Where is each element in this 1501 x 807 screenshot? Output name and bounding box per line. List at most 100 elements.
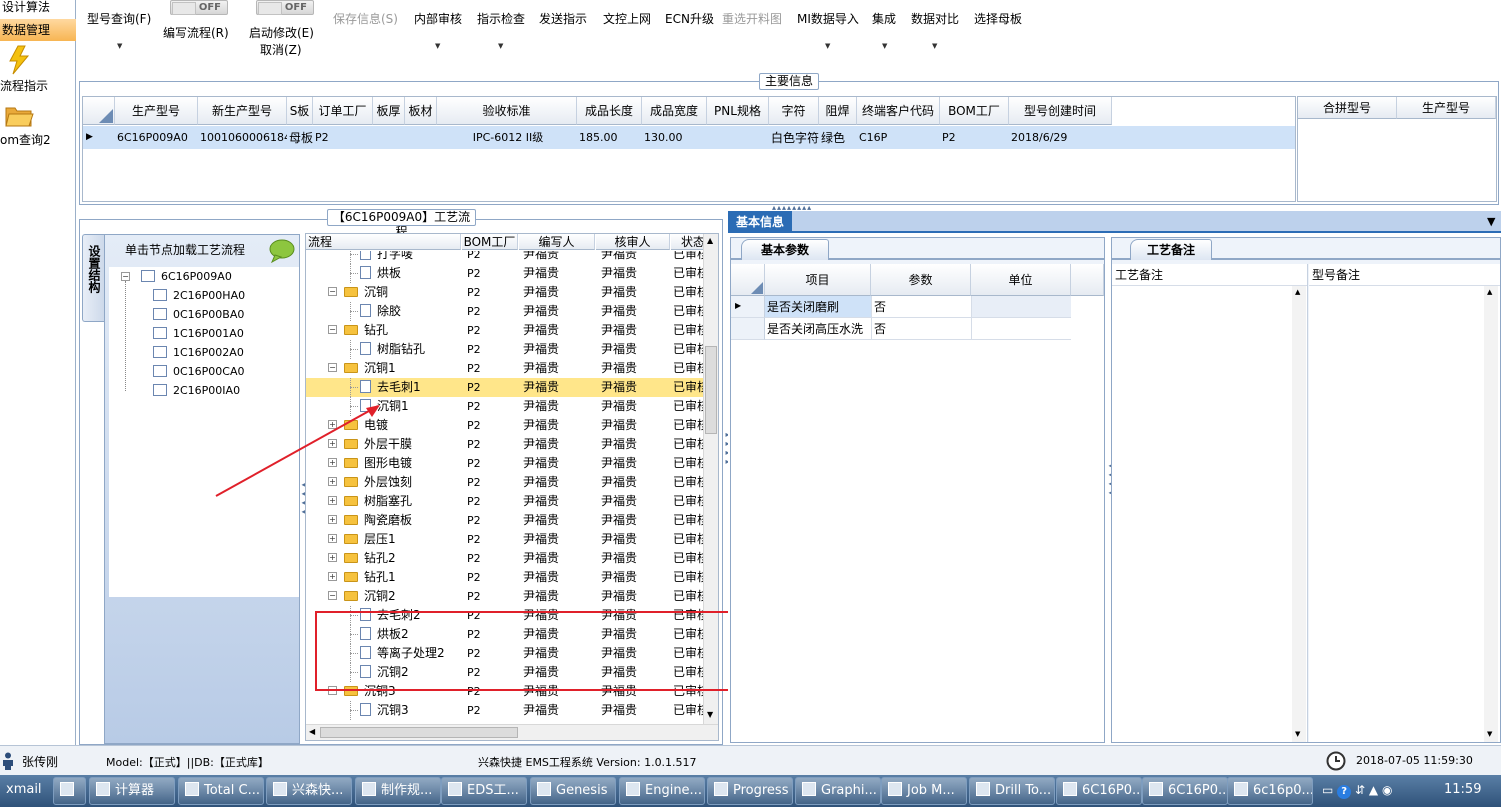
table-cell[interactable]	[373, 127, 405, 149]
horizontal-scrollbar[interactable]: ◀	[306, 724, 718, 740]
scroll-down-icon[interactable]: ▼	[1487, 730, 1492, 738]
edit-flow-toggle[interactable]: OFF	[170, 0, 228, 15]
chevron-down-icon[interactable]: ▼	[882, 42, 887, 50]
send-instruction-button[interactable]: 发送指示	[539, 10, 587, 27]
flow-step[interactable]: 沉铜	[344, 283, 461, 302]
enable-modify-toggle[interactable]: OFF	[256, 0, 314, 15]
instruction-check-button[interactable]: 指示检查	[477, 10, 525, 27]
param-value[interactable]: 否	[871, 318, 971, 340]
column-header[interactable]: PNL规格	[707, 97, 769, 125]
column-header[interactable]: 生产型号	[115, 97, 198, 125]
taskbar-item[interactable]: xmail	[0, 777, 50, 805]
scrollbar-thumb[interactable]	[705, 346, 717, 434]
tray-icons[interactable]: ▭ ? ⇵ ▲ ◉	[1322, 783, 1392, 799]
collapse-icon[interactable]: −	[328, 325, 337, 334]
table-row[interactable]: − 沉铜 P2 尹福贵 尹福贵 已审核	[306, 283, 716, 302]
taskbar-item[interactable]: 计算器	[89, 777, 175, 805]
nav-flow-instruction[interactable]: 流程指示	[0, 78, 76, 95]
column-header[interactable]: BOM工厂	[940, 97, 1009, 125]
internal-review-button[interactable]: 内部审核	[414, 10, 462, 27]
taskbar-item[interactable]: Genesis	[530, 777, 616, 805]
column-header-unit[interactable]: 单位	[971, 264, 1071, 296]
expand-icon[interactable]: +	[328, 534, 337, 543]
scroll-down-icon[interactable]: ▼	[1295, 730, 1300, 738]
tree-node[interactable]: 0C16P00CA0	[153, 364, 245, 380]
shield-icon[interactable]: ◉	[1382, 783, 1392, 797]
chevron-down-icon[interactable]: ▼	[117, 42, 122, 50]
keyboard-icon[interactable]: ▭	[1322, 783, 1333, 797]
taskbar-item[interactable]: 6c16p0...	[1227, 777, 1313, 805]
table-cell[interactable]: 10010600061844	[198, 127, 287, 149]
table-cell[interactable]: C16P	[857, 127, 940, 149]
taskbar-item[interactable]: Engine...	[619, 777, 705, 805]
taskbar-item[interactable]: Drill To...	[969, 777, 1055, 805]
collapse-icon[interactable]: −	[328, 591, 337, 600]
taskbar-clock[interactable]: 11:59	[1444, 782, 1481, 797]
ecn-upgrade-button[interactable]: ECN升级	[665, 10, 714, 27]
expand-icon[interactable]: +	[328, 515, 337, 524]
param-value[interactable]: 否	[871, 296, 971, 318]
column-header-item[interactable]: 项目	[765, 264, 871, 296]
chevron-down-icon[interactable]: ▼	[825, 42, 830, 50]
column-header[interactable]: 型号创建时间	[1009, 97, 1112, 125]
table-cell[interactable]	[707, 127, 769, 149]
select-mother-board-button[interactable]: 选择母板	[974, 10, 1022, 27]
table-row[interactable]: 除胶 P2 尹福贵 尹福贵 已审核	[306, 302, 716, 321]
table-row[interactable]: 树脂钻孔 P2 尹福贵 尹福贵 已审核	[306, 340, 716, 359]
column-header[interactable]: BOM工厂	[462, 234, 518, 250]
table-row[interactable]: + 层压1 P2 尹福贵 尹福贵 已审核	[306, 530, 716, 549]
nav-data-management[interactable]: 数据管理	[0, 19, 76, 41]
param-unit[interactable]	[971, 296, 1071, 318]
column-header[interactable]: 验收标准	[437, 97, 577, 125]
table-row[interactable]: + 钻孔1 P2 尹福贵 尹福贵 已审核	[306, 568, 716, 587]
column-header[interactable]: 核审人	[596, 234, 670, 250]
collapse-icon[interactable]: −	[328, 363, 337, 372]
chevron-down-icon[interactable]: ▼	[1487, 215, 1495, 228]
collapse-icon[interactable]: −	[121, 272, 130, 281]
tab-basic-info[interactable]: 基本信息	[728, 211, 792, 233]
show-hidden-icon[interactable]: ▲	[1369, 783, 1378, 797]
table-row[interactable]: − 钻孔 P2 尹福贵 尹福贵 已审核	[306, 321, 716, 340]
flow-step[interactable]: 层压1	[344, 530, 461, 549]
table-cell[interactable]: 185.00	[577, 127, 642, 149]
table-row[interactable]: + 陶瓷磨板 P2 尹福贵 尹福贵 已审核	[306, 511, 716, 530]
flow-step[interactable]: 沉铜2	[344, 587, 461, 606]
nav-design-algorithm[interactable]: 设计算法	[0, 0, 76, 17]
integration-button[interactable]: 集成	[872, 10, 896, 27]
tree-node[interactable]: 1C16P001A0	[153, 326, 244, 342]
expand-icon[interactable]: +	[328, 572, 337, 581]
param-unit[interactable]	[971, 318, 1071, 340]
scroll-down-icon[interactable]: ▼	[707, 710, 713, 719]
taskbar-item[interactable]: Graphi...	[795, 777, 881, 805]
param-item[interactable]: 是否关闭磨刷	[765, 296, 871, 318]
table-cell[interactable]: 绿色	[819, 127, 857, 149]
table-cell[interactable]: IPC-6012 II级	[437, 127, 577, 149]
taskbar-item[interactable]	[53, 777, 86, 805]
taskbar-item[interactable]: 制作规...	[355, 777, 441, 805]
taskbar-item[interactable]: Total C...	[178, 777, 264, 805]
data-compare-button[interactable]: 数据对比	[911, 10, 959, 27]
save-info-button[interactable]: 保存信息(S)	[333, 10, 398, 27]
taskbar-item[interactable]: 6C16P0...	[1056, 777, 1142, 805]
table-row[interactable]: 打字唛 P2 尹福贵 尹福贵 已审核	[306, 251, 716, 264]
taskbar-item[interactable]: Progress	[707, 777, 793, 805]
table-row[interactable]: − 沉铜1 P2 尹福贵 尹福贵 已审核	[306, 359, 716, 378]
flow-step[interactable]: 钻孔1	[344, 568, 461, 587]
vertical-scrollbar[interactable]: ▲ ▼	[1484, 286, 1498, 742]
network-icon[interactable]: ⇵	[1355, 783, 1365, 797]
chevron-down-icon[interactable]: ▼	[498, 42, 503, 50]
flow-step[interactable]: 陶瓷磨板	[344, 511, 461, 530]
expand-icon[interactable]: +	[328, 553, 337, 562]
collapse-icon[interactable]: −	[328, 287, 337, 296]
flow-step[interactable]: 钻孔2	[344, 549, 461, 568]
table-row[interactable]: + 钻孔2 P2 尹福贵 尹福贵 已审核	[306, 549, 716, 568]
column-header[interactable]: 流程	[306, 234, 461, 250]
column-header[interactable]: 阻焊	[819, 97, 857, 125]
param-item[interactable]: 是否关闭高压水洗	[765, 318, 871, 340]
table-cell[interactable]: 白色字符	[769, 127, 819, 149]
column-header[interactable]: 终端客户代码	[857, 97, 940, 125]
table-row[interactable]: 烘板 P2 尹福贵 尹福贵 已审核	[306, 264, 716, 283]
column-header[interactable]: 板材	[405, 97, 437, 125]
tab-process-notes[interactable]: 工艺备注	[1130, 239, 1212, 260]
table-cell[interactable]: 2018/6/29	[1009, 127, 1112, 149]
